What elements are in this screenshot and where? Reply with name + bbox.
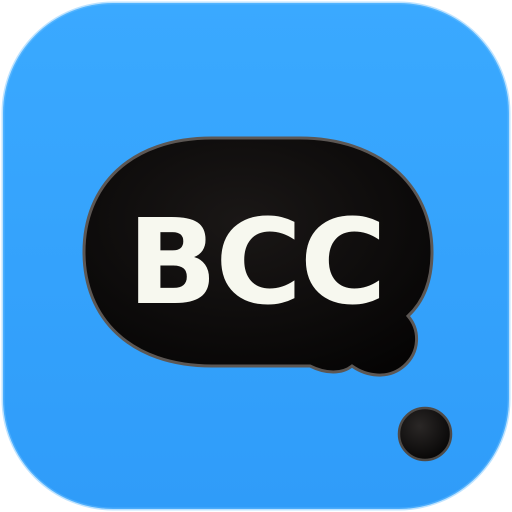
app-icon[interactable]: BCC — [0, 0, 512, 512]
app-icon-graphic: BCC — [1, 1, 511, 511]
icon-label: BCC — [127, 193, 384, 331]
bubble-dot-icon — [397, 406, 453, 462]
